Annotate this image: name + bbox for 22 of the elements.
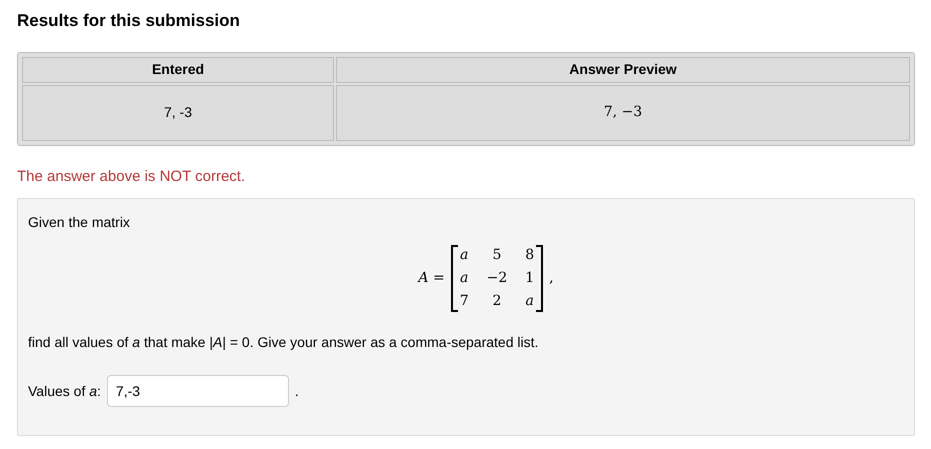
results-heading: Results for this submission xyxy=(17,10,241,32)
matrix-entry: a xyxy=(460,246,469,265)
problem-intro: Given the matrix xyxy=(28,213,131,232)
matrix-entry: 5 xyxy=(491,246,502,265)
matrix-entry: 2 xyxy=(491,292,502,311)
answer-field[interactable]: 7,-3 xyxy=(106,375,289,407)
period-text: . xyxy=(294,382,299,400)
question-text: find all values of a that make |A| = 0. Give your answer as a comma-separated list. xyxy=(28,333,540,352)
matrix-entry: a xyxy=(525,292,534,311)
table-cell: 7, -3 xyxy=(22,84,334,140)
feedback-message: The answer above is NOT correct. xyxy=(17,166,246,186)
matrix-entry: 7 xyxy=(460,292,469,311)
column-header: Answer Preview xyxy=(336,56,910,82)
matrix-entry: −2 xyxy=(486,269,508,288)
matrix-entry: a xyxy=(460,269,469,288)
table-cell: 7, −3 xyxy=(336,84,910,140)
matrix-entry: 1 xyxy=(525,269,534,288)
matrix-comma: , xyxy=(549,269,554,288)
matrix-entry: 8 xyxy=(525,246,534,265)
column-header: Entered xyxy=(22,56,334,82)
answer-label: Values of a: xyxy=(28,382,101,400)
matrix-label: A = xyxy=(418,269,445,288)
